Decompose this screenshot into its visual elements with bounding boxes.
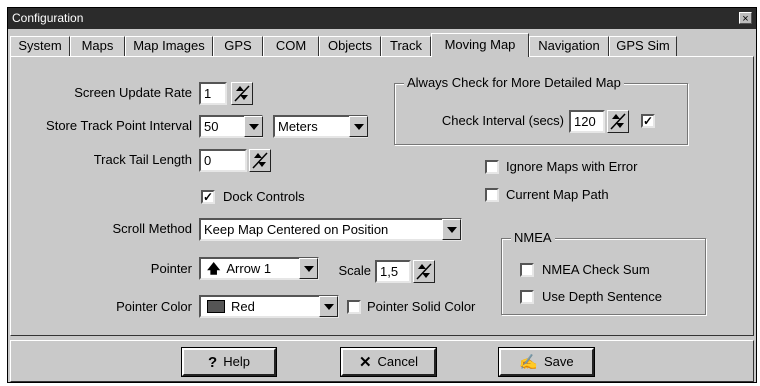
up-arrow-icon: 🡅 <box>207 261 221 276</box>
ignore-maps-with-error-checkbox[interactable] <box>485 160 499 174</box>
window-title: Configuration <box>12 11 84 25</box>
pointer-color-select[interactable]: Red <box>199 295 339 318</box>
pointer-label: Pointer <box>150 261 192 276</box>
scroll-method-label: Scroll Method <box>112 221 192 236</box>
spinner-arrows-icon <box>416 263 432 280</box>
tab-com[interactable]: COM <box>263 36 319 56</box>
tab-objects[interactable]: Objects <box>319 36 381 56</box>
chevron-down-icon[interactable] <box>349 116 368 137</box>
tab-track[interactable]: Track <box>381 36 431 56</box>
color-swatch <box>207 300 225 313</box>
spinner-arrows-icon <box>252 152 268 169</box>
pointer-value: Arrow 1 <box>226 261 272 276</box>
scale-input[interactable]: 1,5 <box>375 260 411 283</box>
question-icon: ? <box>208 354 218 371</box>
scroll-method-select[interactable]: Keep Map Centered on Position <box>199 218 462 241</box>
pointer-color-value: Red <box>231 299 255 314</box>
check-interval-label: Check Interval (secs) <box>441 113 564 128</box>
save-icon: ✍ <box>519 354 539 371</box>
pointer-solid-color-checkbox[interactable] <box>347 300 361 314</box>
tab-system[interactable]: System <box>10 36 70 56</box>
store-track-point-interval-label: Store Track Point Interval <box>46 118 192 133</box>
track-tail-length-label: Track Tail Length <box>93 152 192 167</box>
use-depth-sentence-label: Use Depth Sentence <box>542 289 662 304</box>
current-map-path-label: Current Map Path <box>506 187 609 202</box>
dock-controls-label: Dock Controls <box>223 189 305 204</box>
screen-update-rate-spinner[interactable] <box>231 82 253 105</box>
spinner-arrows-icon <box>610 113 626 130</box>
tab-strip: System Maps Map Images GPS COM Objects T… <box>10 33 754 57</box>
screen-update-rate-input[interactable]: 1 <box>199 82 227 105</box>
nmea-check-sum-checkbox[interactable] <box>520 263 534 277</box>
tab-gps-sim[interactable]: GPS Sim <box>609 36 677 56</box>
tab-map-images[interactable]: Map Images <box>125 36 213 56</box>
title-bar: Configuration × <box>8 8 756 29</box>
dock-controls-checkbox[interactable]: ✓ <box>201 190 215 204</box>
help-button-label: Help <box>223 354 250 369</box>
chevron-down-icon[interactable] <box>299 258 318 279</box>
save-button-label: Save <box>544 354 574 369</box>
chevron-down-icon[interactable] <box>442 219 461 240</box>
track-tail-length-input[interactable]: 0 <box>199 149 247 172</box>
scale-label: Scale <box>338 263 371 278</box>
check-interval-input[interactable]: 120 <box>569 110 605 133</box>
chevron-down-icon[interactable] <box>244 116 263 137</box>
tab-maps[interactable]: Maps <box>70 36 125 56</box>
current-map-path-checkbox[interactable] <box>485 188 499 202</box>
pointer-solid-color-label: Pointer Solid Color <box>367 299 476 314</box>
nmea-group-title: NMEA <box>511 230 555 245</box>
cancel-button-label: Cancel <box>377 354 419 369</box>
check-interval-enabled-checkbox[interactable]: ✓ <box>641 114 655 128</box>
x-icon: ✕ <box>358 354 372 371</box>
button-bar: ? Help ✕ Cancel ✍ Save <box>10 340 754 382</box>
configuration-window: Configuration × System Maps Map Images G… <box>7 7 757 383</box>
cancel-button[interactable]: ✕ Cancel <box>340 347 437 377</box>
tab-moving-map[interactable]: Moving Map <box>431 33 529 57</box>
chevron-down-icon[interactable] <box>319 296 338 317</box>
track-tail-length-spinner[interactable] <box>249 149 271 172</box>
use-depth-sentence-checkbox[interactable] <box>520 290 534 304</box>
screen-update-rate-label: Screen Update Rate <box>74 85 192 100</box>
spinner-arrows-icon <box>234 85 250 102</box>
check-interval-spinner[interactable] <box>607 110 629 133</box>
ignore-maps-with-error-label: Ignore Maps with Error <box>506 159 638 174</box>
scale-spinner[interactable] <box>413 260 435 283</box>
help-button[interactable]: ? Help <box>181 347 277 377</box>
nmea-check-sum-label: NMEA Check Sum <box>542 262 650 277</box>
save-button[interactable]: ✍ Save <box>498 347 595 377</box>
pointer-color-label: Pointer Color <box>116 299 192 314</box>
tab-gps[interactable]: GPS <box>213 36 263 56</box>
detailed-map-group-title: Always Check for More Detailed Map <box>404 75 624 90</box>
moving-map-panel: Screen Update Rate 1 Store Track Point I… <box>10 56 754 336</box>
tab-navigation[interactable]: Navigation <box>529 36 609 56</box>
close-icon[interactable]: × <box>739 12 752 25</box>
